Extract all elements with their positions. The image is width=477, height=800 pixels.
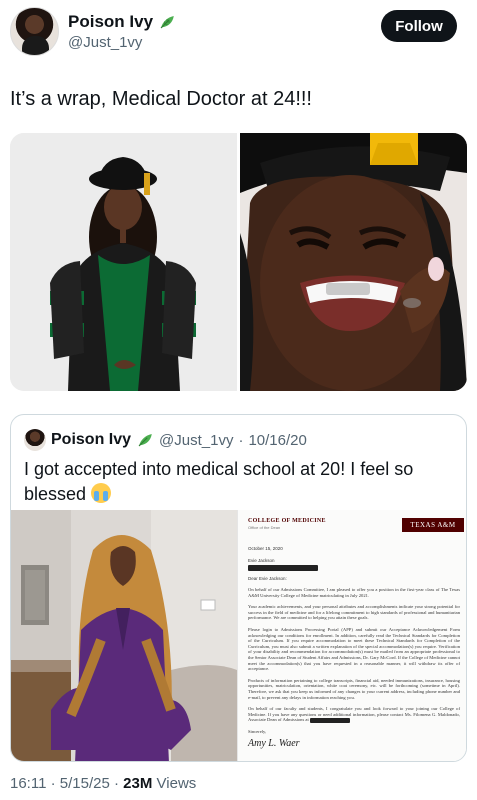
quoted-text-body: I got accepted into medical school at 20…: [24, 459, 414, 504]
redaction-bar: [248, 565, 318, 571]
letter-greeting: Dear Evie Jackson:: [248, 576, 287, 581]
views-label: Views: [156, 775, 197, 792]
author-avatar[interactable]: [10, 7, 59, 56]
post-date: 5/15/25: [59, 775, 110, 792]
letter-paragraph-text: On behalf of our faculty and students, I…: [248, 706, 460, 723]
acceptance-selfie-photo[interactable]: [11, 510, 237, 761]
quoted-avatar: [24, 429, 46, 451]
tweet-media[interactable]: [10, 133, 467, 391]
leaf-icon: [160, 16, 174, 29]
footer-separator: ·: [114, 775, 124, 792]
letter-signature: Amy L. Waer: [248, 738, 300, 750]
quoted-header: Poison Ivy @Just_1vy · 10/16/20: [24, 429, 307, 451]
letter-paragraph: On behalf of our faculty and students, I…: [248, 706, 460, 723]
quoted-text: I got accepted into medical school at 20…: [24, 457, 454, 507]
graduation-photo[interactable]: [10, 133, 237, 391]
follow-button[interactable]: Follow: [381, 10, 457, 42]
letter-paragraph: Please login to Admissions Processing Po…: [248, 626, 460, 672]
tweet-footer: 16:11 · 5/15/25 · 23M Views: [10, 775, 196, 792]
leaf-icon: [138, 434, 152, 447]
quoted-media[interactable]: COLLEGE OF MEDICINE Office of the Dean T…: [11, 510, 466, 761]
letter-recipient: Evie Jackson: [248, 558, 460, 563]
author-name-row: Poison Ivy: [68, 12, 176, 32]
redaction-bar: [309, 717, 350, 723]
letter-closing: Sincerely,: [248, 728, 267, 734]
letter-address-redacted: [248, 565, 460, 571]
loudly-crying-face-icon: [91, 483, 112, 503]
view-count[interactable]: 23M: [123, 775, 152, 792]
letter-date: October 15, 2020: [248, 546, 283, 551]
letter-paragraph: Your academic achievements, and your per…: [248, 604, 460, 621]
quoted-separator: ·: [238, 431, 244, 449]
tweet-header: Poison Ivy @Just_1vy Follow: [10, 6, 467, 58]
quoted-tweet[interactable]: Poison Ivy @Just_1vy · 10/16/20 I got ac…: [10, 414, 467, 762]
quoted-date: 10/16/20: [248, 431, 307, 449]
smile-photo[interactable]: [240, 133, 467, 391]
graduate-figure-image: [10, 133, 237, 391]
post-time: 16:11: [10, 775, 47, 792]
acceptance-letter[interactable]: COLLEGE OF MEDICINE Office of the Dean T…: [237, 510, 466, 761]
texas-am-logo: TEXAS A&M: [402, 518, 464, 532]
author-handle[interactable]: @Just_1vy: [68, 34, 142, 51]
grillz-smile-image: [240, 133, 467, 391]
letter-paragraph: Products of information pertaining to co…: [248, 677, 460, 700]
quoted-author-name: Poison Ivy: [51, 431, 132, 448]
woman-seated-image: [11, 510, 237, 761]
letter-paragraph: On behalf of our Admissions Committee, I…: [248, 587, 460, 598]
footer-separator: ·: [50, 775, 60, 792]
tweet-text: It’s a wrap, Medical Doctor at 24!!!: [10, 88, 312, 110]
letter-recipient-name: Evie Jackson: [248, 558, 275, 563]
author-name[interactable]: Poison Ivy: [68, 12, 153, 32]
quoted-handle: @Just_1vy: [159, 431, 234, 449]
